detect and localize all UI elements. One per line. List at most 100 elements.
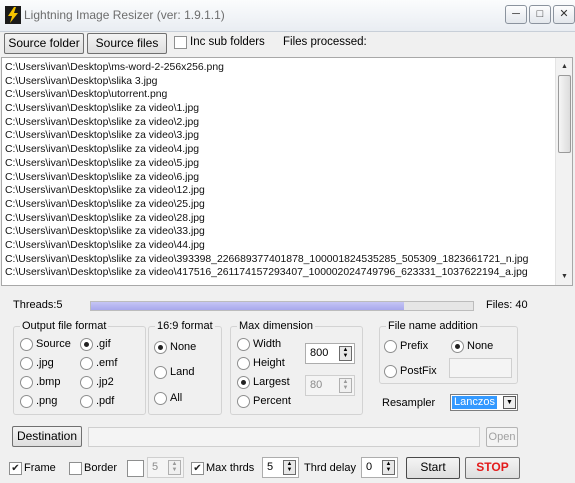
destination-button[interactable]: Destination <box>12 426 82 447</box>
format-emf-radio[interactable] <box>80 357 93 370</box>
thread-delay-input[interactable]: 0 ▲ ▼ <box>361 457 398 478</box>
format-emf-label: .emf <box>96 357 118 369</box>
list-item[interactable]: C:\Users\ivan\Desktop\slike za video\44.… <box>5 239 555 253</box>
aspect-all-label: All <box>170 392 183 404</box>
max-threads-label: Max thrds <box>206 462 255 474</box>
close-button[interactable]: ✕ <box>553 5 575 24</box>
inc-sub-folders-checkbox[interactable] <box>174 36 187 49</box>
percent-value: 80 <box>310 379 323 391</box>
aspect-land-label: Land <box>170 366 195 378</box>
max-dimension-value: 800 <box>310 347 329 359</box>
list-item[interactable]: C:\Users\ivan\Desktop\slike za video\2.j… <box>5 116 555 130</box>
list-item[interactable]: C:\Users\ivan\Desktop\slike za video\6.j… <box>5 171 555 185</box>
border-checkbox[interactable] <box>69 462 82 475</box>
list-item[interactable]: C:\Users\ivan\Desktop\slike za video\1.j… <box>5 102 555 116</box>
border-width-value: 5 <box>152 461 159 473</box>
name-prefix-radio[interactable] <box>384 340 397 353</box>
progress-fill <box>91 302 405 310</box>
file-name-addition-title: File name addition <box>386 320 480 332</box>
list-item[interactable]: C:\Users\ivan\Desktop\slike za video\4.j… <box>5 143 555 157</box>
format-bmp-radio[interactable] <box>20 376 33 389</box>
border-width-input[interactable]: 5 ▲ ▼ <box>147 457 184 478</box>
vertical-scrollbar[interactable]: ▲ ▼ <box>555 58 572 285</box>
percent-input[interactable]: 80 ▲ ▼ <box>305 375 355 396</box>
minimize-button[interactable]: ─ <box>505 5 527 24</box>
start-button[interactable]: Start <box>406 457 460 479</box>
aspect-title: 16:9 format <box>155 320 215 332</box>
maximize-button[interactable]: □ <box>529 5 551 24</box>
threads-status: Threads:5 <box>13 299 63 311</box>
format-png-radio[interactable] <box>20 395 33 408</box>
frame-checkbox[interactable] <box>9 462 22 475</box>
format-pdf-radio[interactable] <box>80 395 93 408</box>
border-color-swatch[interactable] <box>127 460 144 477</box>
dim-width-radio[interactable] <box>237 338 250 351</box>
list-item[interactable]: C:\Users\ivan\Desktop\slika 3.jpg <box>5 75 555 89</box>
max-threads-checkbox[interactable] <box>191 462 204 475</box>
format-bmp-label: .bmp <box>36 376 61 388</box>
format-jp2-label: .jp2 <box>96 376 114 388</box>
title-bar: Lightning Image Resizer (ver: 1.9.1.1) ─… <box>0 0 575 32</box>
file-list[interactable]: C:\Users\ivan\Desktop\ms-word-2-256x256.… <box>1 57 573 286</box>
thread-delay-value: 0 <box>366 461 373 473</box>
list-item[interactable]: C:\Users\ivan\Desktop\slike za video\25.… <box>5 198 555 212</box>
aspect-land-radio[interactable] <box>154 366 167 379</box>
thread-delay-label: Thrd delay <box>304 462 356 474</box>
name-prefix-label: Prefix <box>400 340 429 352</box>
destination-path-input[interactable] <box>88 427 480 447</box>
max-dimension-title: Max dimension <box>237 320 315 332</box>
resampler-select[interactable]: Lanczos ▼ <box>450 394 518 411</box>
source-folder-button[interactable]: Source folder <box>4 33 84 54</box>
format-gif-label: .gif <box>96 338 111 350</box>
dropdown-arrow-icon[interactable]: ▼ <box>503 396 516 409</box>
output-format-title: Output file format <box>20 320 109 332</box>
list-item[interactable]: C:\Users\ivan\Desktop\slike za video\12.… <box>5 184 555 198</box>
percent-spinner-icon[interactable]: ▲ ▼ <box>339 378 352 393</box>
stop-button[interactable]: STOP <box>465 457 520 479</box>
border-spinner-icon[interactable]: ▲ ▼ <box>168 460 181 475</box>
thread-delay-spinner-icon[interactable]: ▲ ▼ <box>382 460 395 475</box>
name-postfix-radio[interactable] <box>384 365 397 378</box>
format-png-label: .png <box>36 395 58 407</box>
format-gif-radio[interactable] <box>80 338 93 351</box>
dim-height-radio[interactable] <box>237 357 250 370</box>
inc-sub-folders-label: Inc sub folders <box>190 36 265 48</box>
dim-percent-label: Percent <box>253 395 291 407</box>
aspect-none-radio[interactable] <box>154 341 167 354</box>
aspect-all-radio[interactable] <box>154 392 167 405</box>
format-source-radio[interactable] <box>20 338 33 351</box>
scroll-down-icon[interactable]: ▼ <box>557 269 572 284</box>
dim-largest-label: Largest <box>253 376 290 388</box>
open-button[interactable]: Open <box>486 427 518 447</box>
list-item[interactable]: C:\Users\ivan\Desktop\slike za video\33.… <box>5 225 555 239</box>
dim-percent-radio[interactable] <box>237 395 250 408</box>
list-item[interactable]: C:\Users\ivan\Desktop\slike za video\417… <box>5 266 555 280</box>
scroll-up-icon[interactable]: ▲ <box>557 59 572 74</box>
list-item[interactable]: C:\Users\ivan\Desktop\utorrent.png <box>5 88 555 102</box>
scroll-thumb[interactable] <box>558 75 571 153</box>
threads-value: 5 <box>267 461 274 473</box>
dim-largest-radio[interactable] <box>237 376 250 389</box>
format-source-label: Source <box>36 338 71 350</box>
name-addition-input[interactable] <box>449 358 512 378</box>
list-item[interactable]: C:\Users\ivan\Desktop\slike za video\5.j… <box>5 157 555 171</box>
name-postfix-label: PostFix <box>400 365 437 377</box>
format-jpg-radio[interactable] <box>20 357 33 370</box>
list-item[interactable]: C:\Users\ivan\Desktop\slike za video\28.… <box>5 212 555 226</box>
lightning-icon <box>5 6 21 24</box>
name-none-radio[interactable] <box>451 340 464 353</box>
dim-width-label: Width <box>253 338 282 350</box>
files-processed-label: Files processed: <box>283 36 367 48</box>
list-item[interactable]: C:\Users\ivan\Desktop\ms-word-2-256x256.… <box>5 61 555 75</box>
border-label: Border <box>84 462 118 474</box>
list-item[interactable]: C:\Users\ivan\Desktop\slike za video\393… <box>5 253 555 267</box>
threads-spinner-icon[interactable]: ▲ ▼ <box>283 460 296 475</box>
format-pdf-label: .pdf <box>96 395 115 407</box>
format-jp2-radio[interactable] <box>80 376 93 389</box>
progress-bar <box>90 301 474 311</box>
max-dimension-input[interactable]: 800 ▲ ▼ <box>305 343 355 364</box>
source-files-button[interactable]: Source files <box>87 33 167 54</box>
max-dimension-spinner-icon[interactable]: ▲ ▼ <box>339 346 352 361</box>
list-item[interactable]: C:\Users\ivan\Desktop\slike za video\3.j… <box>5 129 555 143</box>
threads-input[interactable]: 5 ▲ ▼ <box>262 457 299 478</box>
